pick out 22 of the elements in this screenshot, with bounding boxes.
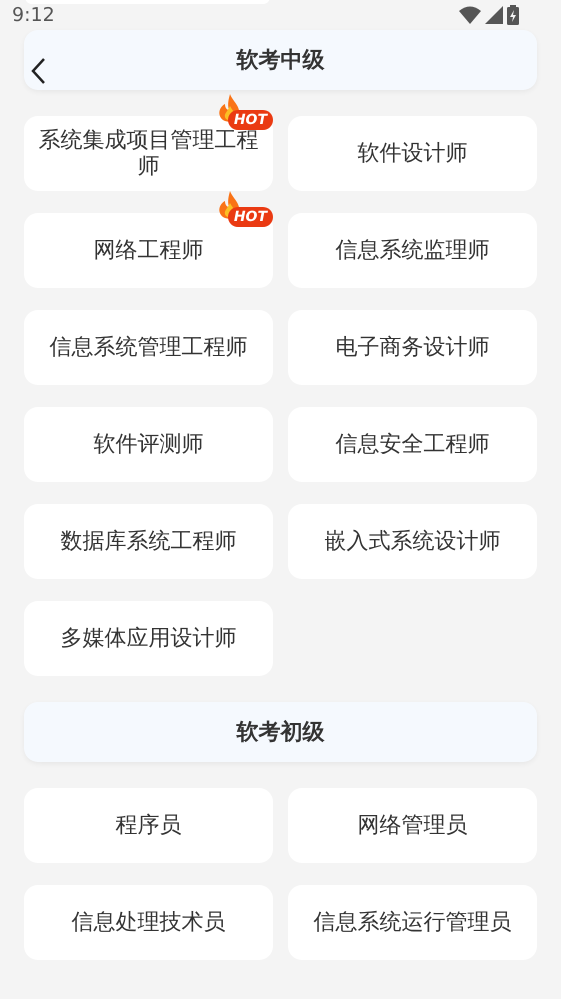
category-card[interactable]: 多媒体应用设计师 [24, 601, 273, 676]
category-card[interactable]: 信息系统运行管理员 [288, 885, 537, 960]
back-icon [30, 57, 46, 85]
category-card[interactable]: 信息系统管理工程师 [24, 310, 273, 385]
category-card[interactable]: 信息处理技术员 [24, 885, 273, 960]
category-card[interactable]: 数据库系统工程师 [24, 504, 273, 579]
wifi-icon [459, 6, 481, 24]
category-card[interactable]: 电子商务设计师 [288, 310, 537, 385]
signal-icon [485, 6, 503, 24]
category-card[interactable]: 软件评测师 [24, 407, 273, 482]
category-card[interactable]: 嵌入式系统设计师 [288, 504, 537, 579]
status-time: 9:12 [12, 2, 55, 28]
section-title: 软考初级 [236, 718, 324, 746]
hot-badge: HOT [228, 207, 273, 227]
category-card[interactable]: 软件设计师 [288, 116, 537, 191]
category-card[interactable]: 网络管理员 [288, 788, 537, 863]
category-card[interactable]: 程序员 [24, 788, 273, 863]
hot-badge: HOT [228, 110, 273, 130]
category-card[interactable]: 信息系统监理师 [288, 213, 537, 288]
category-card[interactable]: 信息安全工程师 [288, 407, 537, 482]
battery-icon [507, 5, 519, 25]
section-title: 软考中级 [236, 46, 324, 74]
